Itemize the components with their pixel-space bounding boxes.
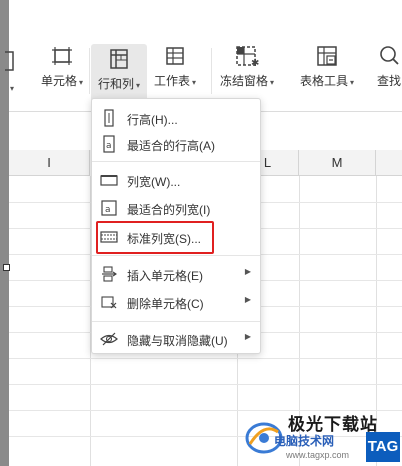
- autofit-column-width-icon: a: [100, 199, 118, 217]
- row-col-button[interactable]: 行和列 ▾: [91, 44, 147, 102]
- menu-item-label: 最适合的列宽(I): [127, 203, 211, 217]
- clipped-caret: ▾: [10, 84, 15, 93]
- chevron-down-icon: ▾: [136, 81, 141, 90]
- column-header-m[interactable]: M: [299, 150, 376, 176]
- submenu-arrow-icon: ▶: [244, 267, 251, 276]
- menu-item-autofit-column-width[interactable]: a 最适合的列宽(I): [92, 195, 260, 221]
- submenu-arrow-icon: ▶: [244, 295, 251, 304]
- site-watermark: 极光下载站 电脑技术网 www.tagxp.com TAG: [244, 408, 402, 466]
- menu-item-label: 删除单元格(C): [127, 297, 204, 311]
- svg-text:a: a: [105, 205, 111, 215]
- delete-cells-icon: [100, 293, 118, 311]
- row-col-button-label: 行和列: [97, 77, 134, 91]
- ribbon-toolbar: ▾ 单元格 ▾ 行和列 ▾ 工作表 ▾ ✱ 冻结窗格 ▾ 表格工具 ▾ 查找: [0, 0, 402, 112]
- row-height-icon: [100, 109, 118, 127]
- hide-eye-icon: [100, 330, 118, 348]
- freeze-panes-icon: ✱: [215, 44, 279, 68]
- menu-item-hide-unhide[interactable]: 隐藏与取消隐藏(U) ▶: [92, 326, 260, 352]
- menu-item-autofit-row-height[interactable]: a 最适合的行高(A): [92, 131, 260, 157]
- worksheet-icon: [149, 44, 201, 68]
- chevron-down-icon: ▾: [270, 78, 275, 87]
- highlight-box: [96, 221, 214, 254]
- menu-item-row-height[interactable]: 行高(H)...: [92, 105, 260, 131]
- watermark-url: www.tagxp.com: [286, 450, 350, 460]
- column-header-i[interactable]: I: [9, 150, 90, 176]
- chevron-down-icon: ▾: [350, 78, 355, 87]
- watermark-badge: TAG: [366, 432, 400, 462]
- table-tools-button-label: 表格工具: [299, 74, 348, 88]
- menu-item-label: 行高(H)...: [127, 113, 178, 127]
- insert-cells-icon: [100, 265, 118, 283]
- chevron-down-icon: ▾: [79, 78, 84, 87]
- table-tools-button[interactable]: 表格工具 ▾: [295, 44, 359, 102]
- watermark-subtitle: 电脑技术网: [274, 434, 335, 448]
- worksheet-button-label: 工作表: [153, 74, 190, 88]
- cell-button[interactable]: 单元格 ▾: [37, 44, 87, 102]
- menu-item-label: 隐藏与取消隐藏(U): [127, 334, 228, 348]
- submenu-arrow-icon: ▶: [244, 332, 251, 341]
- clipped-ribbon-icon: [0, 50, 15, 77]
- freeze-panes-button-label: 冻结窗格: [219, 74, 268, 88]
- menu-item-label: 列宽(W)...: [127, 175, 181, 189]
- menu-item-label: 最适合的行高(A): [127, 139, 215, 153]
- search-icon: [369, 44, 402, 68]
- cell-button-label: 单元格: [40, 74, 77, 88]
- chevron-down-icon: ▾: [192, 78, 197, 87]
- svg-text:✱: ✱: [251, 58, 259, 68]
- menu-item-insert-cells[interactable]: 插入单元格(E) ▶: [92, 261, 260, 287]
- grid-line: [9, 358, 402, 359]
- grid-line: [9, 384, 402, 385]
- menu-item-label: 插入单元格(E): [127, 269, 203, 283]
- menu-item-column-width[interactable]: 列宽(W)...: [92, 167, 260, 193]
- ribbon-divider: [89, 48, 90, 94]
- autofit-row-height-icon: a: [100, 135, 118, 153]
- menu-divider: [92, 255, 260, 256]
- search-button-label: 查找: [376, 74, 401, 88]
- menu-divider: [92, 161, 260, 162]
- freeze-panes-button[interactable]: ✱ 冻结窗格 ▾: [215, 44, 279, 102]
- worksheet-button[interactable]: 工作表 ▾: [149, 44, 201, 102]
- resize-handle[interactable]: [3, 264, 10, 271]
- menu-divider: [92, 321, 260, 322]
- ribbon-divider: [211, 48, 212, 94]
- svg-text:a: a: [106, 141, 112, 151]
- column-header-n[interactable]: [376, 150, 402, 176]
- row-col-icon: [91, 47, 147, 71]
- cell-icon: [37, 44, 87, 68]
- column-width-icon: [100, 171, 118, 189]
- table-tools-icon: [295, 44, 359, 68]
- menu-item-delete-cells[interactable]: 删除单元格(C) ▶: [92, 289, 260, 315]
- search-button[interactable]: 查找: [369, 44, 402, 102]
